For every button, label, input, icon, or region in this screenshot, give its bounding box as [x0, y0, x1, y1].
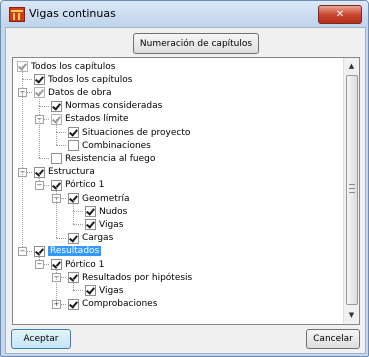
- tree-item-checkbox[interactable]: [85, 219, 96, 231]
- tree-item-label: Datos de obra: [48, 87, 112, 98]
- accept-button[interactable]: Aceptar: [11, 329, 71, 349]
- tree-connector: [56, 237, 66, 239]
- tree-item-label: Resistencia al fuego: [65, 153, 156, 164]
- tree-connector: [56, 198, 57, 238]
- tree-connector: [73, 224, 83, 226]
- tree-connector: [73, 211, 83, 213]
- tree-item-checkbox[interactable]: [68, 232, 79, 244]
- dialog-window: Vigas continuas ✕ Numeración de capítulo…: [0, 0, 369, 357]
- tree-connector: [73, 290, 83, 292]
- scroll-grip: [349, 184, 355, 193]
- tree-connector: [22, 66, 23, 80]
- tree-item[interactable]: Datos de obra: [34, 86, 112, 99]
- tree-item-label: Cargas: [82, 233, 114, 244]
- tree-connector: [39, 118, 40, 159]
- tree-item-checkbox[interactable]: [68, 127, 79, 138]
- tree-connector: [56, 118, 57, 132]
- collapse-icon[interactable]: −: [35, 260, 44, 269]
- chapter-numbering-button[interactable]: Numeración de capítulos: [133, 33, 259, 54]
- tree-item[interactable]: Situaciones de proyecto: [68, 126, 190, 139]
- close-button[interactable]: ✕: [318, 5, 362, 24]
- tree-item[interactable]: Resultados por hipótesis: [68, 271, 192, 284]
- tree-item[interactable]: Combinaciones: [68, 139, 151, 152]
- scroll-down-arrow-icon[interactable]: ▼: [345, 309, 358, 322]
- tree-connector: [39, 92, 40, 106]
- tree-item-checkbox[interactable]: [85, 206, 96, 218]
- cancel-button[interactable]: Cancelar: [306, 329, 360, 349]
- tree-item-label: Estructura: [48, 167, 95, 178]
- beam-app-icon: [9, 7, 25, 22]
- tree-item-label: Normas consideradas: [65, 101, 163, 112]
- tree-connector: [22, 79, 32, 81]
- tree-connector: [73, 211, 74, 225]
- tree-item-label: Estados límite: [65, 114, 129, 125]
- dialog-client-area: Numeración de capítulos Todos los capítu…: [5, 27, 366, 354]
- tree-item[interactable]: Normas consideradas: [51, 100, 162, 113]
- tree-item-label: Resultados por hipótesis: [82, 272, 193, 283]
- title-bar[interactable]: Vigas continuas ✕: [1, 1, 368, 27]
- tree-item-label: Resultados: [48, 246, 102, 257]
- tree-item[interactable]: Estructura: [34, 166, 95, 179]
- tree-item[interactable]: Nudos: [85, 205, 127, 218]
- tree-connector: [73, 198, 74, 212]
- tree-item-checkbox[interactable]: [51, 153, 62, 165]
- tree-item-label: Situaciones de proyecto: [82, 127, 191, 138]
- expand-icon[interactable]: +: [52, 299, 61, 309]
- tree-item-label: Todos los capítulos: [48, 74, 133, 85]
- tree-connector: [39, 105, 49, 107]
- tree-item[interactable]: Estados límite: [51, 113, 129, 126]
- tree-item[interactable]: Todos los capítulos: [34, 73, 132, 86]
- tree-item[interactable]: Resultados: [34, 245, 102, 258]
- tree-item-checkbox[interactable]: [85, 285, 96, 297]
- tree-item-label: Vigas: [99, 285, 124, 296]
- tree-item[interactable]: Cargas: [68, 232, 113, 245]
- tree-item-label: Nudos: [99, 206, 128, 217]
- tree-item[interactable]: Pórtico 1: [51, 179, 104, 192]
- tree-item-checkbox[interactable]: [68, 298, 79, 310]
- tree-item-label: Pórtico 1: [65, 180, 105, 191]
- tree-item-label: Geometría: [82, 193, 130, 204]
- tree-connector: [73, 277, 74, 291]
- scroll-thumb[interactable]: [346, 75, 358, 305]
- tree-item-label: Pórtico 1: [65, 259, 105, 270]
- tree-item[interactable]: Resistencia al fuego: [51, 152, 155, 165]
- tree-item[interactable]: Vigas: [85, 218, 123, 231]
- close-icon: ✕: [335, 9, 345, 20]
- tree-connector: [56, 145, 66, 147]
- tree-connector: [39, 158, 49, 160]
- tree-item[interactable]: Vigas: [85, 284, 123, 297]
- tree-connector: [56, 132, 66, 133]
- tree-item[interactable]: Geometría: [68, 192, 130, 205]
- tree-item[interactable]: Comprobaciones: [68, 298, 157, 311]
- chapter-tree[interactable]: Todos los capítulos Todos los capítulos Da…: [12, 57, 360, 325]
- tree-item-checkbox[interactable]: [34, 74, 45, 86]
- tree-item-label: Todos los capítulos: [31, 61, 116, 72]
- collapse-icon[interactable]: −: [18, 246, 27, 256]
- tree-item-label: Comprobaciones: [82, 299, 158, 310]
- tree-connector: [22, 92, 23, 172]
- tree-connector: [22, 171, 23, 251]
- tree-item-checkbox[interactable]: [51, 100, 62, 112]
- tree-item[interactable]: Todos los capítulos: [17, 60, 115, 73]
- tree-item-label: Vigas: [99, 219, 124, 230]
- tree-item[interactable]: Pórtico 1: [51, 258, 104, 271]
- tree-connector: [56, 132, 57, 146]
- vertical-scrollbar[interactable]: ▲ ▼: [343, 58, 359, 324]
- tree-item-label: Combinaciones: [82, 140, 151, 151]
- tree-item-checkbox[interactable]: [68, 140, 79, 152]
- window-title: Vigas continuas: [29, 7, 116, 20]
- scroll-up-arrow-icon[interactable]: ▲: [345, 60, 358, 73]
- collapse-icon[interactable]: −: [35, 180, 44, 190]
